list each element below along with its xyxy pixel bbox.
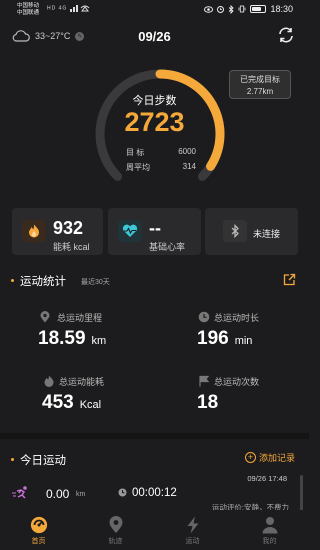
bluetooth-icon bbox=[223, 220, 247, 242]
tab-track[interactable]: 轨迹 bbox=[77, 510, 154, 546]
energy-total-label: 总运动能耗 bbox=[59, 377, 105, 387]
stats-subtitle: 最近30天 bbox=[81, 279, 110, 286]
heart-rate-icon bbox=[118, 220, 142, 242]
workout-datetime: 09/26 17:48 bbox=[247, 474, 287, 483]
steps-count[interactable]: 2723 bbox=[0, 107, 309, 138]
stats-title: 运动统计 bbox=[20, 276, 66, 288]
flame-icon bbox=[22, 220, 46, 242]
workout-duration: 00:00:12 bbox=[132, 487, 177, 499]
energy-value: 932 bbox=[53, 218, 84, 238]
status-bar: 中国移动 中国联通 HD 4G 18:30 bbox=[0, 0, 309, 20]
bluetooth-icon bbox=[229, 4, 235, 14]
carrier-2: 中国联通 bbox=[17, 10, 40, 16]
energy-total-unit: Kcal bbox=[79, 399, 102, 411]
location-pin-icon bbox=[40, 311, 50, 323]
tab-profile-label: 我的 bbox=[262, 538, 277, 545]
steps-goal-row: 目 标 6000 bbox=[126, 147, 196, 158]
flag-icon bbox=[199, 375, 210, 387]
signal-icon bbox=[69, 5, 90, 12]
battery-level bbox=[252, 7, 261, 11]
tab-profile[interactable]: 我的 bbox=[231, 510, 308, 546]
tab-sport-label: 运动 bbox=[185, 538, 200, 545]
plus-icon: + bbox=[244, 452, 256, 463]
goal-bubble-title: 已完成目标 bbox=[240, 75, 280, 84]
vibrate-icon bbox=[239, 5, 246, 13]
network-1: HD 4G bbox=[47, 5, 68, 12]
count-value: 18 bbox=[197, 392, 219, 413]
count-label: 总运动次数 bbox=[214, 377, 260, 387]
home-icon bbox=[30, 516, 48, 534]
energy-stat: 453 Kcal bbox=[42, 392, 101, 414]
tab-sport[interactable]: 运动 bbox=[154, 510, 231, 546]
tab-home[interactable]: 首页 bbox=[0, 510, 77, 546]
steps-avg-label: 周平均 bbox=[126, 163, 150, 172]
add-record-label: 添加记录 bbox=[258, 453, 295, 463]
tab-home-label: 首页 bbox=[31, 538, 46, 545]
energy-label: 能耗 kcal bbox=[53, 242, 90, 252]
carrier-1: 中国移动 bbox=[17, 3, 40, 9]
sync-icon[interactable] bbox=[277, 26, 295, 44]
energy-card[interactable]: 932 能耗 kcal bbox=[12, 208, 103, 255]
duration-label: 总运动时长 bbox=[214, 313, 260, 323]
steps-avg-row: 周平均 314 bbox=[126, 162, 196, 173]
energy-total-value: 453 bbox=[42, 392, 74, 413]
user-icon bbox=[261, 516, 279, 534]
distance-unit: km bbox=[91, 335, 107, 347]
steps-avg-value: 314 bbox=[182, 162, 196, 171]
clock-icon bbox=[198, 311, 210, 323]
workout-list-item[interactable]: 0.00 km 00:00:12 bbox=[12, 484, 302, 504]
eye-icon bbox=[204, 5, 214, 13]
add-record-button[interactable]: + 添加记录 bbox=[244, 451, 295, 464]
network-indicator: HD 4G bbox=[47, 4, 92, 12]
count-stat: 18 bbox=[197, 392, 218, 414]
running-icon bbox=[12, 486, 27, 499]
today-title: 今日运动 bbox=[20, 455, 66, 467]
page-date[interactable]: 09/26 bbox=[0, 29, 309, 44]
heart-rate-card[interactable]: -- 基础心率 bbox=[108, 208, 201, 255]
duration-value: 196 bbox=[197, 328, 229, 349]
status-time: 18:30 bbox=[270, 4, 293, 14]
duration-stat: 196 min bbox=[197, 328, 252, 350]
status-right: 18:30 bbox=[204, 4, 293, 14]
device-status: 未连接 bbox=[253, 229, 281, 239]
tab-bar: 首页 轨迹 运动 我的 bbox=[0, 510, 309, 550]
share-icon[interactable] bbox=[283, 273, 296, 286]
distance-label: 总运动里程 bbox=[57, 313, 103, 323]
steps-title: 今日步数 bbox=[132, 95, 177, 107]
battery-icon bbox=[250, 5, 267, 13]
workout-distance-unit: km bbox=[76, 491, 86, 498]
today-dot bbox=[11, 458, 14, 461]
stats-dot bbox=[11, 279, 14, 282]
alarm-icon bbox=[217, 5, 225, 13]
steps-goal-value: 6000 bbox=[178, 147, 196, 156]
section-divider bbox=[0, 433, 309, 439]
flame-icon bbox=[44, 375, 54, 387]
heart-rate-label: 基础心率 bbox=[149, 242, 186, 252]
timer-icon bbox=[118, 488, 127, 497]
tab-track-label: 轨迹 bbox=[108, 538, 123, 545]
device-card[interactable]: 未连接 bbox=[205, 208, 298, 255]
map-pin-icon bbox=[107, 516, 125, 534]
heart-rate-value: -- bbox=[149, 218, 161, 238]
workout-distance: 0.00 bbox=[46, 487, 70, 501]
distance-stat: 18.59 km bbox=[38, 328, 106, 350]
lightning-icon bbox=[184, 516, 202, 534]
steps-goal-label: 目 标 bbox=[126, 148, 145, 157]
distance-value: 18.59 bbox=[38, 328, 86, 349]
duration-unit: min bbox=[234, 335, 253, 347]
